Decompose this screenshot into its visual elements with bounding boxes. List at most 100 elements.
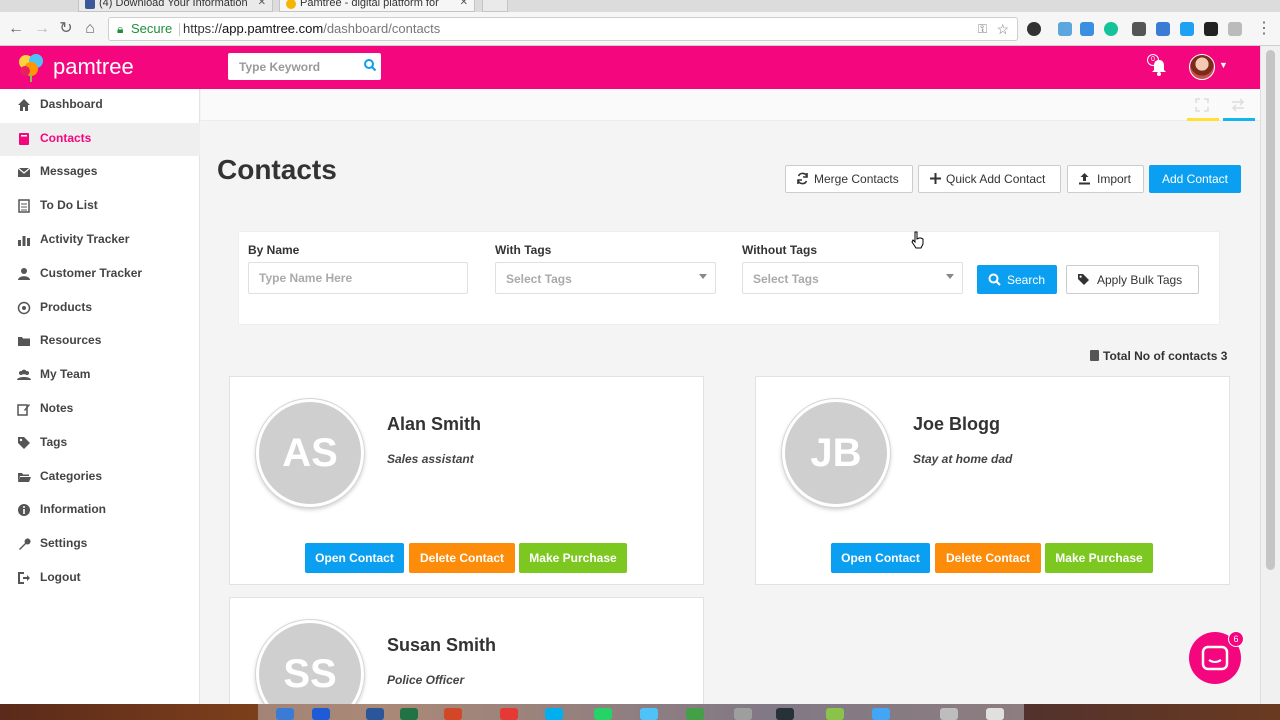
total-contacts-label: Total No of contacts 3 bbox=[1103, 349, 1228, 363]
extension-on-icon[interactable] bbox=[1156, 22, 1170, 36]
dock-app-icon[interactable] bbox=[940, 708, 958, 720]
dock-finder-icon[interactable] bbox=[276, 708, 294, 720]
dock-word-icon[interactable] bbox=[366, 708, 384, 720]
contact-name: Susan Smith bbox=[387, 635, 497, 655]
dock-app-icon[interactable] bbox=[312, 708, 330, 720]
dock-trash-icon[interactable] bbox=[986, 708, 1004, 720]
contact-card: JB Joe Blogg Stay at home dad Open Conta… bbox=[755, 376, 1230, 585]
sidebar-item-customer-tracker[interactable]: Customer Tracker bbox=[0, 258, 200, 291]
by-name-label: By Name bbox=[248, 243, 300, 257]
extension-bird-icon[interactable] bbox=[1180, 22, 1194, 36]
delete-contact-button[interactable]: Delete Contact bbox=[935, 543, 1041, 573]
quick-add-contact-button[interactable]: Quick Add Contact bbox=[918, 165, 1061, 193]
extension-doc-icon[interactable] bbox=[1080, 22, 1094, 36]
sidebar-item-my-team[interactable]: My Team bbox=[0, 359, 200, 392]
sidebar-item-label: My Team bbox=[40, 367, 91, 381]
import-button[interactable]: Import bbox=[1067, 165, 1144, 193]
global-search bbox=[228, 53, 381, 80]
page-title: Contacts bbox=[217, 154, 337, 185]
sidebar-item-label: To Do List bbox=[40, 198, 98, 212]
sidebar-item-dashboard[interactable]: Dashboard bbox=[0, 89, 200, 122]
sidebar-item-activity-tracker[interactable]: Activity Tracker bbox=[0, 224, 200, 257]
star-icon[interactable]: ☆ bbox=[996, 18, 1009, 40]
sidebar-item-information[interactable]: Information bbox=[0, 494, 200, 527]
new-tab-button[interactable] bbox=[482, 0, 508, 12]
back-arrow-icon[interactable]: ← bbox=[6, 19, 26, 39]
sidebar-item-notes[interactable]: Notes bbox=[0, 393, 200, 426]
address-bar[interactable]: 🔒︎ Secure https://app.pamtree.com/dashbo… bbox=[108, 17, 1018, 41]
with-tags-select[interactable]: Select Tags bbox=[495, 262, 716, 294]
close-icon[interactable]: ✕ bbox=[258, 0, 266, 8]
search-button[interactable]: Search bbox=[977, 265, 1057, 294]
close-icon[interactable]: ✕ bbox=[460, 0, 468, 8]
user-avatar[interactable] bbox=[1189, 54, 1215, 80]
page-scrollbar[interactable] bbox=[1260, 46, 1280, 704]
dock-app-icon[interactable] bbox=[872, 708, 890, 720]
sidebar-item-categories[interactable]: Categories bbox=[0, 461, 200, 494]
dock-app-icon[interactable] bbox=[640, 708, 658, 720]
browser-tab-bar: (4) Download Your Information ✕ Pamtree … bbox=[0, 0, 1280, 12]
contact-avatar: AS bbox=[256, 399, 364, 507]
indicator-yellow bbox=[1187, 118, 1219, 121]
sidebar-item-tags[interactable]: Tags bbox=[0, 427, 200, 460]
reload-icon[interactable]: ↻ bbox=[56, 19, 76, 39]
extension-camera-icon[interactable] bbox=[1027, 22, 1041, 36]
group-icon bbox=[17, 369, 31, 380]
search-icon[interactable] bbox=[363, 58, 377, 72]
button-label: Add Contact bbox=[1161, 172, 1229, 186]
browser-tab-download-info[interactable]: (4) Download Your Information ✕ bbox=[78, 0, 273, 12]
merge-contacts-button[interactable]: Merge Contacts bbox=[785, 165, 913, 193]
delete-contact-button[interactable]: Delete Contact bbox=[409, 543, 515, 573]
dock-powerpoint-icon[interactable] bbox=[444, 708, 462, 720]
open-contact-button[interactable]: Open Contact bbox=[831, 543, 930, 573]
dock-excel-icon[interactable] bbox=[400, 708, 418, 720]
dock-skype-icon[interactable] bbox=[545, 708, 563, 720]
sidebar-item-todo[interactable]: To Do List bbox=[0, 190, 200, 223]
extension-grammarly-icon[interactable] bbox=[1104, 22, 1118, 36]
sidebar-item-contacts[interactable]: Contacts bbox=[0, 123, 200, 156]
keyword-search-input[interactable] bbox=[228, 53, 358, 80]
scrollbar-thumb[interactable] bbox=[1266, 50, 1275, 570]
dock-app-icon[interactable] bbox=[826, 708, 844, 720]
notification-badge: 0 bbox=[1147, 54, 1159, 66]
menu-dots-icon[interactable]: ⋮ bbox=[1254, 19, 1274, 39]
sidebar-item-resources[interactable]: Resources bbox=[0, 325, 200, 358]
button-label: Search bbox=[1007, 273, 1046, 287]
sidebar-item-label: Notes bbox=[40, 401, 74, 415]
logo-text[interactable]: pamtree bbox=[53, 54, 134, 80]
name-filter-field bbox=[248, 262, 468, 294]
sidebar-item-logout[interactable]: Logout bbox=[0, 562, 200, 595]
sidebar-item-settings[interactable]: Settings bbox=[0, 528, 200, 561]
browser-tab-pamtree[interactable]: Pamtree - digital platform for ✕ bbox=[279, 0, 475, 12]
sidebar-item-messages[interactable]: Messages bbox=[0, 156, 200, 189]
dock-whatsapp-icon[interactable] bbox=[594, 708, 612, 720]
caret-down-icon[interactable]: ▼ bbox=[1219, 60, 1228, 70]
extension-check-icon[interactable] bbox=[1204, 22, 1218, 36]
without-tags-select[interactable]: Select Tags bbox=[742, 262, 963, 294]
dock-app-icon[interactable] bbox=[500, 708, 518, 720]
swap-icon[interactable] bbox=[1231, 98, 1245, 112]
plus-icon bbox=[930, 173, 941, 184]
key-icon[interactable]: ⚿ bbox=[978, 18, 987, 40]
contact-role: Stay at home dad bbox=[913, 452, 1013, 466]
open-contact-button[interactable]: Open Contact bbox=[305, 543, 404, 573]
fullscreen-icon[interactable] bbox=[1195, 98, 1209, 112]
extension-calendar-icon[interactable] bbox=[1132, 22, 1146, 36]
forward-arrow-icon[interactable]: → bbox=[32, 19, 52, 39]
sidebar-item-products[interactable]: Products bbox=[0, 292, 200, 325]
wrench-icon bbox=[19, 538, 31, 550]
name-filter-input[interactable] bbox=[249, 263, 467, 293]
home-icon[interactable]: ⌂ bbox=[80, 19, 100, 39]
add-contact-button[interactable]: Add Contact bbox=[1149, 165, 1241, 193]
dock-app-icon[interactable] bbox=[734, 708, 752, 720]
extension-misc-icon[interactable] bbox=[1228, 22, 1242, 36]
sidebar-item-label: Categories bbox=[40, 469, 103, 483]
make-purchase-button[interactable]: Make Purchase bbox=[519, 543, 627, 573]
browser-toolbar: ← → ↻ ⌂ 🔒︎ Secure https://app.pamtree.co… bbox=[0, 12, 1280, 46]
sidebar-item-label: Customer Tracker bbox=[40, 266, 143, 280]
dock-facetime-icon[interactable] bbox=[686, 708, 704, 720]
extension-puzzle-icon[interactable] bbox=[1058, 22, 1072, 36]
apply-bulk-tags-button[interactable]: Apply Bulk Tags bbox=[1066, 265, 1199, 294]
make-purchase-button[interactable]: Make Purchase bbox=[1045, 543, 1153, 573]
dock-terminal-icon[interactable] bbox=[776, 708, 794, 720]
